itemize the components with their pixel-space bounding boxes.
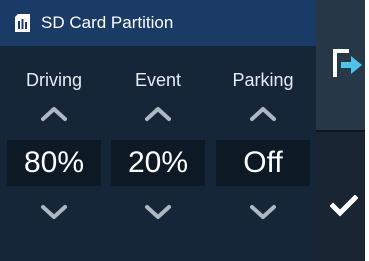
exit-arrow-icon	[333, 49, 362, 77]
page-title: SD Card Partition	[41, 13, 174, 32]
driving-increase-chevron-up-icon[interactable]	[40, 106, 68, 122]
screen-edge	[365, 0, 369, 261]
driving-column: Driving 80%	[3, 46, 105, 261]
event-increase-chevron-up-icon[interactable]	[144, 106, 172, 122]
confirm-button[interactable]	[316, 132, 369, 261]
event-label: Event	[134, 70, 182, 90]
event-decrease-chevron-down-icon[interactable]	[144, 204, 172, 220]
checkmark-icon	[330, 195, 358, 217]
sd-card-partition-screen: SD Card Partition Driving 80% Event 20%	[0, 0, 369, 261]
parking-decrease-chevron-down-icon[interactable]	[249, 204, 277, 220]
side-action-bar	[316, 0, 369, 261]
parking-column: Parking Off	[212, 46, 314, 261]
parking-value-box: Off	[216, 140, 310, 186]
main-panel: SD Card Partition Driving 80% Event 20%	[0, 0, 316, 261]
parking-label: Parking	[232, 70, 294, 90]
driving-value-box: 80%	[7, 140, 101, 186]
event-value: 20%	[127, 146, 189, 179]
event-column: Event 20%	[107, 46, 209, 261]
driving-value: 80%	[23, 146, 85, 179]
sd-card-icon	[15, 14, 30, 32]
parking-value: Off	[243, 146, 283, 179]
parking-increase-chevron-up-icon[interactable]	[249, 106, 277, 122]
exit-button[interactable]	[316, 0, 369, 130]
driving-label: Driving	[25, 70, 82, 90]
event-value-box: 20%	[111, 140, 205, 186]
title-bar: SD Card Partition	[0, 0, 316, 46]
driving-decrease-chevron-down-icon[interactable]	[40, 204, 68, 220]
